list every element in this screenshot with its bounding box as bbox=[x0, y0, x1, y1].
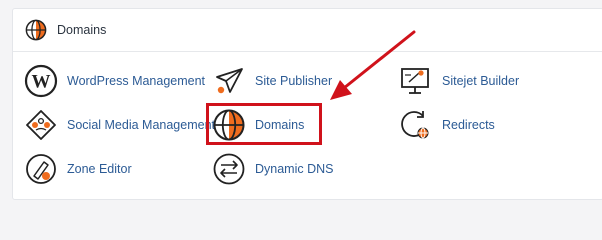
redirect-globe-icon bbox=[401, 111, 429, 139]
panel-title: Domains bbox=[57, 23, 107, 37]
zone-editor-label: Zone Editor bbox=[67, 162, 132, 176]
social-media-icon bbox=[26, 110, 56, 140]
wordpress-icon: W bbox=[24, 64, 58, 98]
panel-header[interactable]: Domains bbox=[13, 9, 602, 52]
wordpress-management-link[interactable]: W WordPress Management bbox=[24, 63, 205, 99]
dynamic-dns-label: Dynamic DNS bbox=[255, 162, 334, 176]
social-media-management-link[interactable]: Social Media Management bbox=[24, 107, 215, 143]
paper-plane-icon bbox=[216, 68, 243, 94]
dynamic-dns-icon bbox=[213, 153, 245, 185]
sitejet-builder-label: Sitejet Builder bbox=[442, 74, 520, 88]
zone-editor-link[interactable]: Zone Editor bbox=[24, 151, 132, 187]
redirects-label: Redirects bbox=[442, 118, 495, 132]
dynamic-dns-link[interactable]: Dynamic DNS bbox=[212, 151, 334, 187]
wordpress-management-label: WordPress Management bbox=[67, 74, 206, 88]
highlight-box bbox=[206, 103, 322, 145]
monitor-paint-icon bbox=[401, 68, 429, 94]
social-media-management-label: Social Media Management bbox=[67, 118, 215, 132]
site-publisher-label: Site Publisher bbox=[255, 74, 333, 88]
svg-text:W: W bbox=[32, 72, 51, 93]
site-publisher-link[interactable]: Site Publisher bbox=[212, 63, 332, 99]
zone-editor-icon bbox=[26, 154, 56, 184]
sitejet-builder-link[interactable]: Sitejet Builder bbox=[399, 63, 519, 99]
globe-icon bbox=[25, 19, 47, 41]
redirects-link[interactable]: Redirects bbox=[399, 107, 495, 143]
